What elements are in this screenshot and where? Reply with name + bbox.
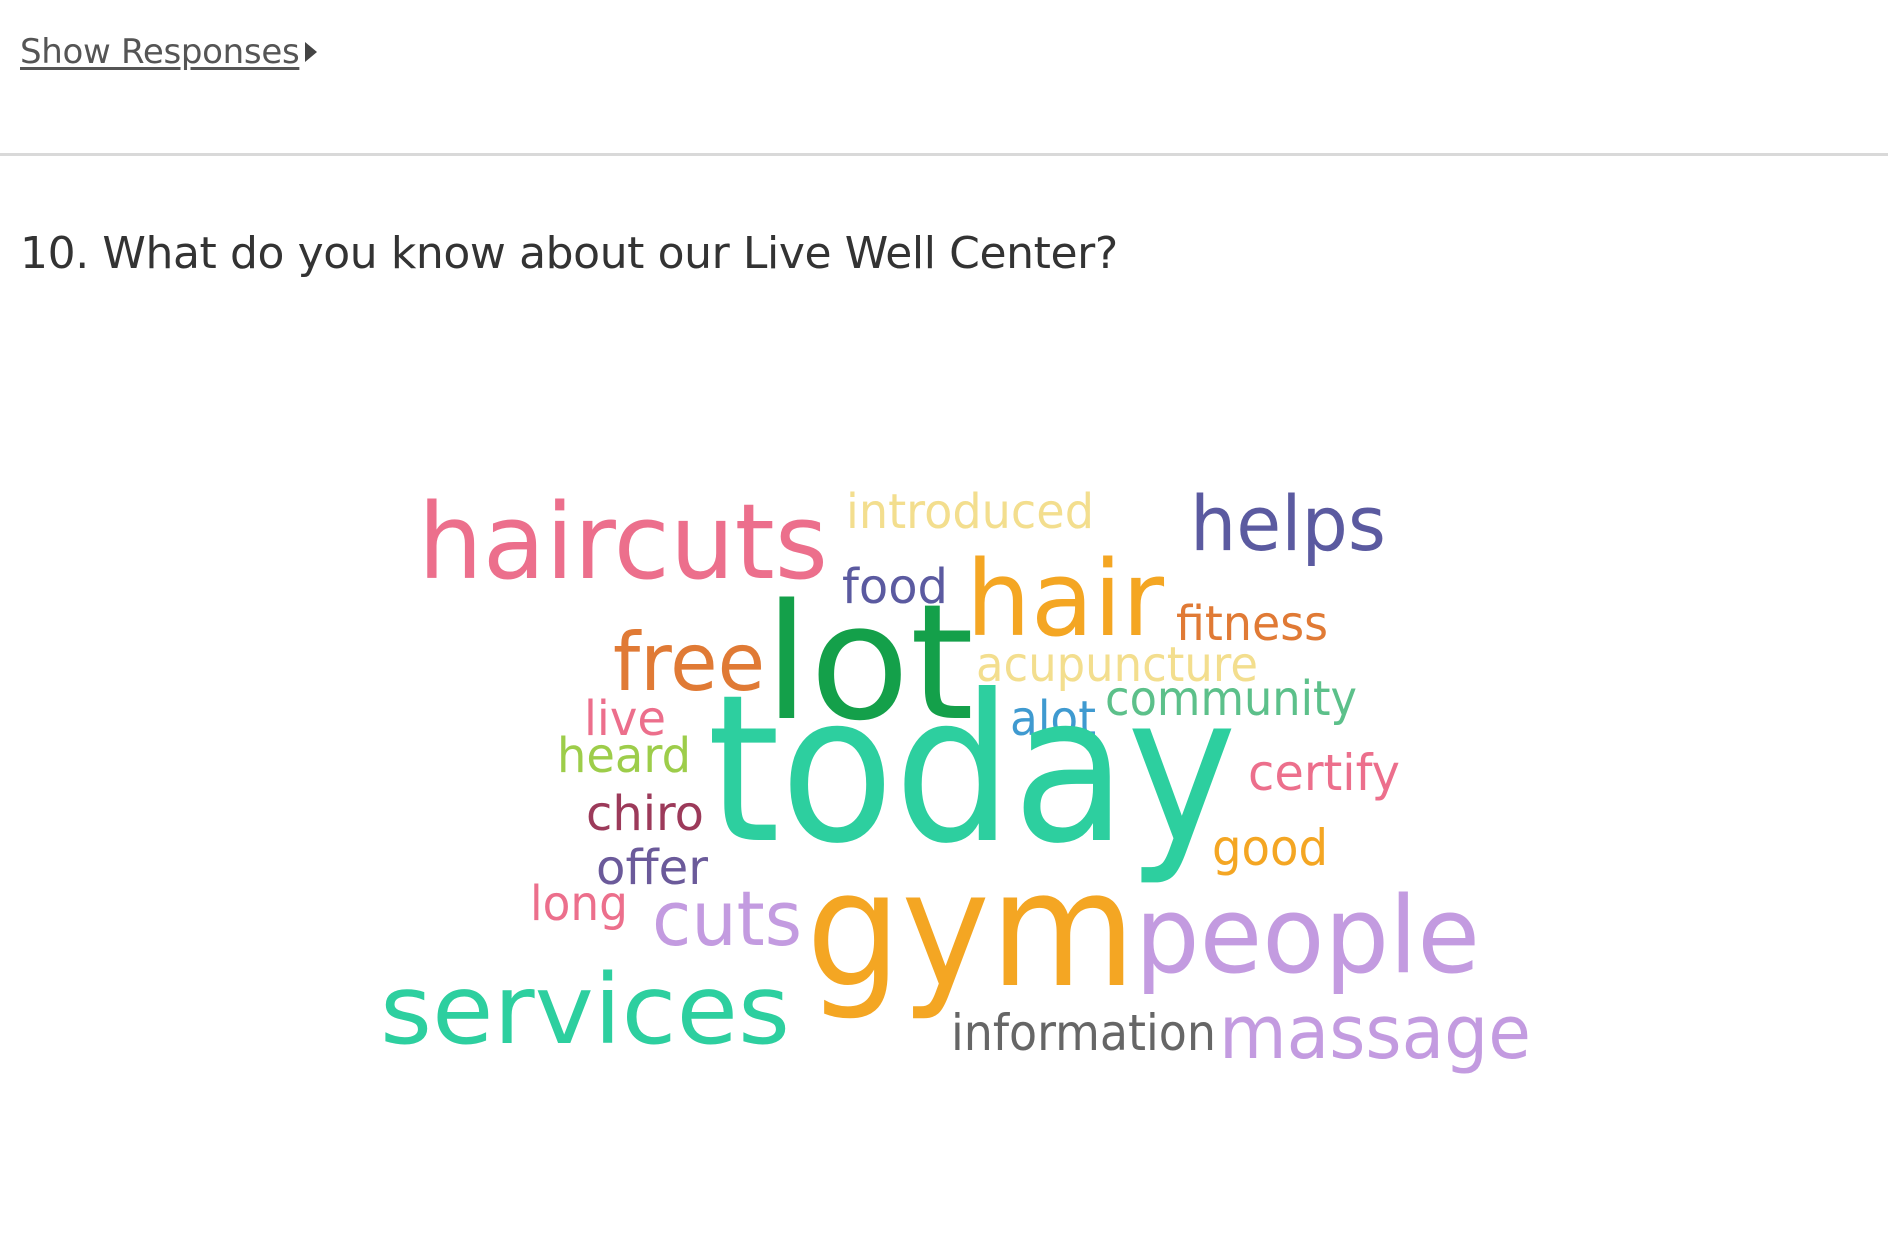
word-cloud-word-services: services xyxy=(380,954,790,1066)
word-cloud-word-heard: heard xyxy=(557,728,691,784)
word-cloud-word-chiro: chiro xyxy=(586,786,704,842)
word-cloud: haircuts introduced helpsfood hair fitnessfr… xyxy=(380,479,1531,1076)
word-cloud-word-long: long xyxy=(530,876,628,932)
word-cloud-word-information: information xyxy=(951,1004,1216,1062)
word-cloud-word-gym: gym xyxy=(806,836,1136,1023)
survey-results-page: Show Responses 10. What do you know abou… xyxy=(0,0,1888,1249)
word-cloud-word-good: good xyxy=(1212,819,1328,877)
word-cloud-word-helps: helps xyxy=(1190,479,1386,568)
word-cloud-word-certify: certify xyxy=(1248,744,1400,802)
word-cloud-word-massage: massage xyxy=(1219,990,1531,1076)
word-cloud-word-introduced: introduced xyxy=(846,484,1094,540)
word-cloud-word-cuts: cuts xyxy=(652,874,802,963)
word-cloud-word-people: people xyxy=(1135,874,1480,997)
